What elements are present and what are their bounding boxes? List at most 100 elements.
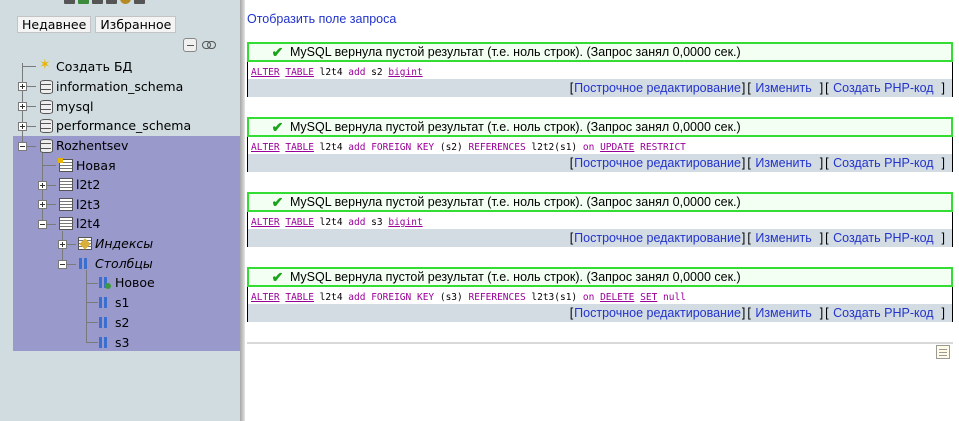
tree-item-new-column[interactable]: Новое bbox=[97, 273, 155, 291]
favorites-tab[interactable]: Избранное bbox=[95, 16, 177, 33]
tree-item-s2[interactable]: s2 bbox=[97, 313, 129, 331]
create-php-link[interactable]: Создать PHP-код bbox=[833, 81, 933, 95]
result-block-1: ✔ MySQL вернула пустой результат (т.е. н… bbox=[247, 42, 953, 97]
tree-item-l2t3[interactable]: l2t3 bbox=[58, 195, 100, 213]
sql-token: add bbox=[348, 217, 366, 228]
tree-item-columns[interactable]: Столбцы bbox=[77, 254, 153, 272]
query-actions: [Построчное редактирование] [ Изменить ]… bbox=[248, 304, 952, 322]
expand-performance-schema[interactable] bbox=[18, 122, 27, 131]
expand-l2t2[interactable] bbox=[38, 181, 47, 190]
inline-edit-link[interactable]: Построчное редактирование bbox=[574, 156, 741, 170]
collapse-columns[interactable] bbox=[58, 260, 67, 269]
sql-token: (s3) bbox=[434, 292, 469, 303]
query-actions: [Построчное редактирование] [ Изменить ]… bbox=[248, 79, 952, 97]
result-block-2: ✔ MySQL вернула пустой результат (т.е. н… bbox=[247, 117, 953, 172]
collapse-l2t4[interactable] bbox=[38, 220, 47, 229]
navigation-panel: Недавнее Избранное Создать БД informatio… bbox=[0, 0, 240, 421]
sql-query: ALTER TABLE l2t4 add s2 bigint bbox=[251, 67, 423, 78]
sql-token[interactable]: TABLE bbox=[285, 142, 314, 153]
link-with-main-icon[interactable] bbox=[202, 41, 216, 49]
collapse-all-icon[interactable] bbox=[183, 38, 197, 52]
tree-item-performance-schema[interactable]: performance_schema bbox=[38, 116, 191, 134]
tree-item-s1[interactable]: s1 bbox=[97, 293, 129, 311]
home-icon[interactable] bbox=[64, 0, 75, 4]
inline-edit-link[interactable]: Построчное редактирование bbox=[574, 81, 741, 95]
tree-item-l2t2[interactable]: l2t2 bbox=[58, 175, 100, 193]
tree-item-create-db[interactable]: Создать БД bbox=[38, 57, 132, 75]
new-table-icon bbox=[58, 158, 73, 172]
column-icon bbox=[97, 315, 112, 329]
create-php-link[interactable]: Создать PHP-код bbox=[833, 306, 933, 320]
success-message: ✔ MySQL вернула пустой результат (т.е. н… bbox=[247, 192, 953, 212]
check-icon: ✔ bbox=[271, 268, 284, 285]
create-php-link[interactable]: Создать PHP-код bbox=[833, 156, 933, 170]
success-message: ✔ MySQL вернула пустой результат (т.е. н… bbox=[247, 42, 953, 62]
result-block-4: ✔ MySQL вернула пустой результат (т.е. н… bbox=[247, 267, 953, 322]
create-php-link[interactable]: Создать PHP-код bbox=[833, 231, 933, 245]
collapse-rozhentsev[interactable] bbox=[18, 142, 27, 151]
database-icon bbox=[38, 138, 53, 153]
expand-mysql[interactable] bbox=[18, 102, 27, 111]
recent-tab[interactable]: Недавнее bbox=[17, 16, 92, 33]
edit-link[interactable]: Изменить bbox=[755, 81, 811, 95]
sql-token: REFERENCES bbox=[468, 292, 526, 303]
new-db-icon bbox=[38, 57, 53, 73]
sql-token[interactable]: TABLE bbox=[285, 67, 314, 78]
docs-icon[interactable] bbox=[106, 0, 117, 4]
show-query-box-link[interactable]: Отобразить поле запроса bbox=[247, 12, 396, 26]
edit-link[interactable]: Изменить bbox=[755, 156, 811, 170]
inline-edit-link[interactable]: Построчное редактирование bbox=[574, 306, 741, 320]
sql-token: s3 bbox=[365, 217, 389, 228]
sql-token[interactable]: bigint bbox=[388, 217, 422, 228]
sql-token[interactable]: DELETE bbox=[600, 292, 634, 303]
edit-link[interactable]: Изменить bbox=[755, 306, 811, 320]
sql-token[interactable]: ALTER bbox=[251, 292, 280, 303]
sql-token: l2t4 bbox=[313, 217, 349, 228]
console-icon[interactable] bbox=[936, 345, 950, 359]
table-icon bbox=[58, 197, 73, 211]
edit-link[interactable]: Изменить bbox=[755, 231, 811, 245]
logout-icon[interactable] bbox=[78, 0, 89, 4]
table-icon bbox=[58, 177, 73, 191]
settings-icon[interactable] bbox=[120, 0, 131, 4]
tree-item-mysql[interactable]: mysql bbox=[38, 97, 94, 115]
sql-token[interactable]: SET bbox=[640, 292, 657, 303]
query-window-icon[interactable] bbox=[92, 0, 103, 4]
sql-token: l2t2(s1) bbox=[525, 142, 583, 153]
tree-item-indexes[interactable]: Индексы bbox=[77, 234, 153, 252]
expand-l2t3[interactable] bbox=[38, 200, 47, 209]
sql-query: ALTER TABLE l2t4 add s3 bigint bbox=[251, 217, 423, 228]
sql-token[interactable]: ALTER bbox=[251, 142, 280, 153]
nav-tabs: Недавнее Избранное bbox=[17, 16, 177, 33]
check-icon: ✔ bbox=[271, 43, 284, 60]
sql-query: ALTER TABLE l2t4 add FOREIGN KEY (s2) RE… bbox=[251, 142, 686, 153]
tree-item-l2t4[interactable]: l2t4 bbox=[58, 214, 100, 232]
tree-item-new-table[interactable]: Новая bbox=[58, 156, 116, 174]
sql-token[interactable]: ALTER bbox=[251, 217, 280, 228]
sql-token: add bbox=[348, 292, 366, 303]
success-message: ✔ MySQL вернула пустой результат (т.е. н… bbox=[247, 117, 953, 137]
sql-token[interactable]: ALTER bbox=[251, 67, 280, 78]
database-icon bbox=[38, 99, 53, 114]
sql-token[interactable]: TABLE bbox=[285, 292, 314, 303]
inline-edit-link[interactable]: Построчное редактирование bbox=[574, 231, 741, 245]
columns-icon bbox=[77, 256, 92, 270]
reload-icon[interactable] bbox=[134, 0, 145, 4]
main-content: Отобразить поле запроса ✔ MySQL вернула … bbox=[245, 0, 959, 421]
table-icon bbox=[58, 216, 73, 230]
expand-information-schema[interactable] bbox=[18, 82, 27, 91]
sql-token: KEY bbox=[416, 292, 435, 303]
sql-token: (s2) bbox=[434, 142, 469, 153]
sql-token[interactable]: bigint bbox=[388, 67, 422, 78]
sql-token[interactable]: TABLE bbox=[285, 217, 314, 228]
sql-token: RESTRICT bbox=[640, 142, 686, 153]
expand-indexes[interactable] bbox=[58, 240, 67, 249]
tree-item-rozhentsev[interactable]: Rozhentsev bbox=[38, 136, 128, 154]
tree-item-s3[interactable]: s3 bbox=[97, 333, 129, 351]
success-message: ✔ MySQL вернула пустой результат (т.е. н… bbox=[247, 267, 953, 287]
column-icon bbox=[97, 295, 112, 309]
new-column-icon bbox=[97, 275, 112, 289]
sql-token[interactable]: UPDATE bbox=[600, 142, 634, 153]
tree-item-information-schema[interactable]: information_schema bbox=[38, 77, 183, 95]
sql-token: l2t3(s1) bbox=[525, 292, 583, 303]
